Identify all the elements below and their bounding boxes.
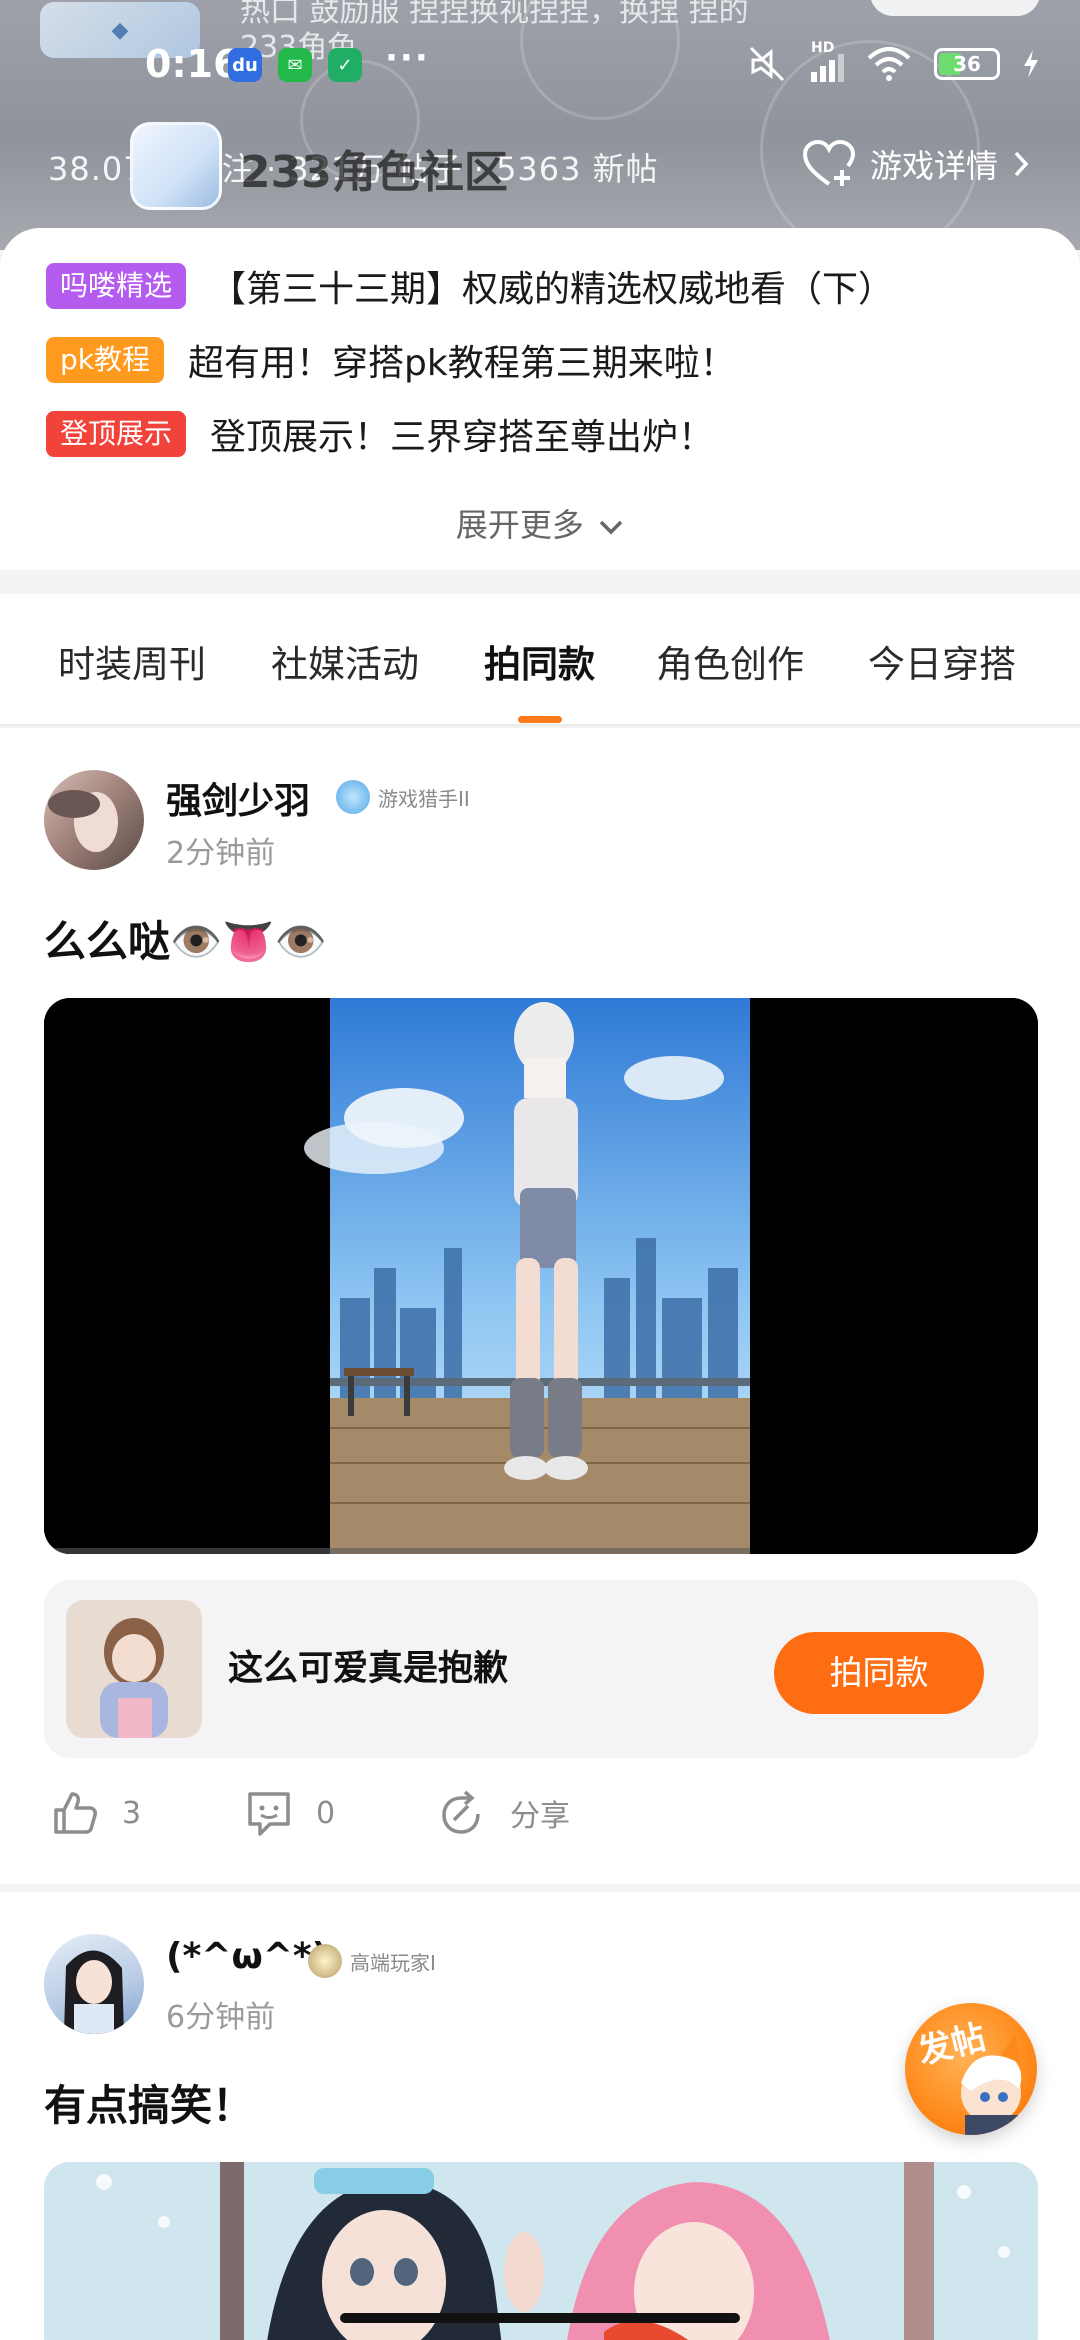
expand-more-button[interactable]: 展开更多 (0, 500, 1080, 546)
user-level-badge: 游戏猎手II (336, 780, 470, 814)
same-style-button[interactable]: 拍同款 (774, 1632, 984, 1714)
level-badge-icon (336, 780, 370, 814)
post-video[interactable] (44, 998, 1038, 1554)
share-label: 分享 (510, 1799, 570, 1834)
level-badge-label: 游戏猎手II (378, 786, 470, 811)
baidu-app-icon: du (228, 48, 262, 82)
level-badge-icon (308, 1944, 342, 1978)
same-style-thumbnail (66, 1600, 202, 1738)
topic-tag: 吗喽精选 (46, 263, 187, 309)
game-details-link[interactable]: 游戏详情 (802, 140, 1030, 188)
post-text: 么么哒👁️👅👁️ (44, 917, 327, 966)
username[interactable]: (*^ω^*) (166, 1936, 328, 1977)
community-header: ◆ 热口 鼓励服 捏捏换视捏捏，换捏 捏的 233角色 0:16 du ✉ ✓ … (0, 0, 1080, 250)
network-hd-label: HD (811, 40, 835, 56)
thumbs-up-icon (54, 1792, 97, 1834)
topic-title: 登顶展示！三界穿搭至尊出炉！ (210, 417, 715, 458)
heart-plus-icon (802, 140, 855, 186)
active-tab-indicator (518, 716, 562, 723)
more-notifications-icon: ··· (385, 38, 430, 78)
topic-title: 【第三十三期】权威的精选权威地看（下） (210, 269, 895, 310)
username[interactable]: 强剑少羽 (166, 772, 310, 824)
home-indicator[interactable] (340, 2313, 740, 2323)
charging-icon (1024, 50, 1038, 78)
level-badge-label: 高端玩家I (350, 1950, 436, 1975)
comment-button[interactable]: 0 (244, 1788, 335, 1838)
status-bar: 0:16 du ✉ ✓ ··· HD 36 (0, 38, 1080, 94)
chevron-down-icon (599, 520, 623, 535)
topic-tag: pk教程 (46, 337, 164, 383)
ghost-header-text: 热口 鼓励服 捏捏换视捏捏，换捏 捏的 (240, 0, 749, 29)
community-logo (130, 122, 222, 210)
comment-count: 0 (316, 1795, 336, 1831)
same-style-card[interactable]: 这么可爱真是抱歉 拍同款 (44, 1580, 1038, 1758)
pinned-topic[interactable]: 登顶展示 登顶展示！三界穿搭至尊出炉！ (46, 410, 714, 458)
wechat-app-icon: ✉ (278, 48, 312, 82)
post-card: 强剑少羽 游戏猎手II 2分钟前 么么哒👁️👅👁️ 这么可爱真是抱歉 拍同款 3… (0, 728, 1080, 1884)
avatar[interactable] (44, 770, 144, 870)
battery-icon: 36 (934, 48, 1000, 80)
category-tabs: 时装周刊 社媒活动 拍同款 角色创作 今日穿搭 (0, 594, 1080, 726)
community-title: 233角色社区 (240, 147, 508, 198)
signal-icon: HD (811, 40, 844, 82)
status-time: 0:16 (145, 42, 240, 86)
like-count: 3 (122, 1795, 142, 1831)
topic-title: 超有用！穿搭pk教程第三期来啦！ (188, 343, 736, 384)
screen: ◆ 热口 鼓励服 捏捏换视捏捏，换捏 捏的 233角色 0:16 du ✉ ✓ … (0, 0, 1080, 2340)
battery-level: 36 (953, 52, 981, 76)
tab-todays-outfit[interactable]: 今日穿搭 (868, 634, 1016, 688)
comment-icon (248, 1792, 290, 1836)
like-button[interactable]: 3 (50, 1788, 141, 1838)
tab-social-events[interactable]: 社媒活动 (271, 634, 419, 688)
game-details-label: 游戏详情 (869, 147, 998, 185)
wifi-icon (867, 47, 911, 81)
post-time: 6分钟前 (166, 2000, 276, 2035)
same-style-title: 这么可爱真是抱歉 (228, 1649, 509, 1689)
mute-icon (749, 46, 785, 82)
tab-same-style[interactable]: 拍同款 (484, 634, 595, 688)
ghost-follow-button (870, 0, 1040, 16)
post-text: 有点搞笑！ (44, 2081, 255, 2130)
topic-tag: 登顶展示 (46, 411, 187, 457)
community-info-row: 38.07万 关注 · 321万 帖子 · 5363 新帖 233角色社区 游戏… (0, 122, 1080, 210)
create-post-button[interactable]: 发帖 (905, 2003, 1037, 2135)
status-indicators: HD 36 (745, 40, 1040, 84)
security-app-icon: ✓ (328, 48, 362, 82)
tab-fashion-weekly[interactable]: 时装周刊 (58, 634, 206, 688)
share-icon (442, 1790, 480, 1834)
post-time: 2分钟前 (166, 836, 276, 871)
tab-character-creation[interactable]: 角色创作 (656, 634, 804, 688)
user-level-badge: 高端玩家I (308, 1944, 436, 1978)
chevron-right-icon (1014, 151, 1029, 177)
expand-more-label: 展开更多 (455, 506, 584, 544)
pinned-topic[interactable]: pk教程 超有用！穿搭pk教程第三期来啦！ (46, 336, 736, 384)
video-frame-image (44, 998, 1038, 1554)
share-button[interactable]: 分享 (438, 1788, 570, 1838)
pinned-topic[interactable]: 吗喽精选 【第三十三期】权威的精选权威地看（下） (46, 262, 894, 310)
avatar[interactable] (44, 1934, 144, 2034)
